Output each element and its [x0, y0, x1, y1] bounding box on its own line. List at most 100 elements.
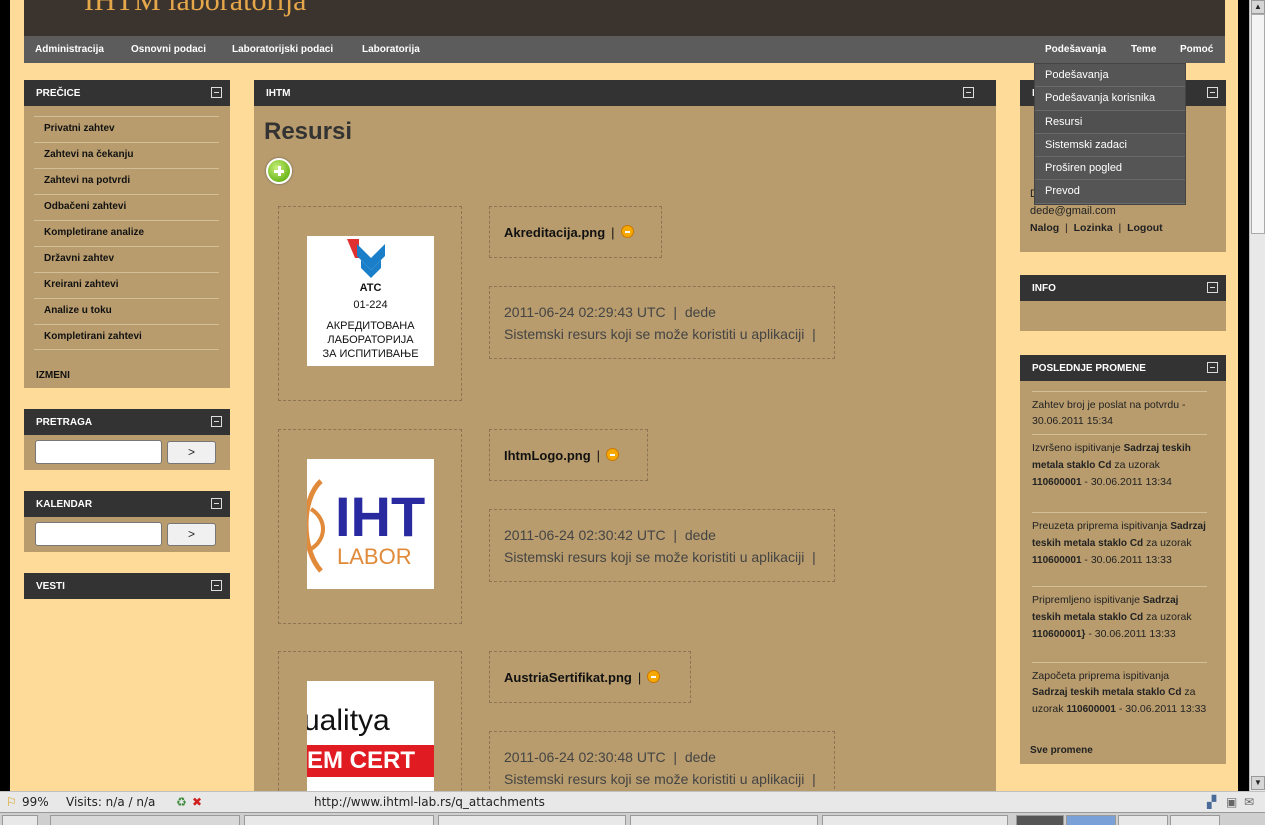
- taskbar-button[interactable]: [2, 815, 38, 825]
- precice-panel: Privatni zahtev Zahtevi na čekanju Zahte…: [24, 106, 230, 388]
- resource-filename: IhtmLogo.png |: [504, 448, 620, 463]
- menu-administracija[interactable]: Administracija: [35, 44, 104, 55]
- calendar-button[interactable]: >: [167, 523, 216, 546]
- resource-filename-link[interactable]: IhtmLogo.png: [504, 448, 591, 463]
- page-title: Resursi: [264, 118, 353, 145]
- minimize-icon[interactable]: [1207, 362, 1218, 373]
- window-icon[interactable]: ▣: [1226, 795, 1237, 809]
- resource-filename-link[interactable]: AustriaSertifikat.png: [504, 670, 632, 685]
- taskbar-button[interactable]: [1016, 815, 1064, 825]
- minimize-icon[interactable]: [963, 87, 974, 98]
- resource-user: dede: [684, 749, 716, 765]
- shortcut-analize-u-toku[interactable]: Analize u toku: [34, 298, 219, 324]
- resource-meta-box: 2011-06-24 02:30:48 UTC | dede Sistemski…: [489, 731, 835, 791]
- menu-laboratorijski-podaci[interactable]: Laboratorijski podaci: [232, 44, 333, 55]
- dropdown-item-prevod[interactable]: Prevod: [1035, 180, 1185, 204]
- minimize-icon[interactable]: [1207, 282, 1218, 293]
- shortcut-drzavni-zahtev[interactable]: Državni zahtev: [34, 246, 219, 272]
- taskbar-button[interactable]: [822, 815, 1008, 825]
- network-icon[interactable]: ▞: [1207, 795, 1216, 809]
- remove-icon[interactable]: [647, 670, 661, 683]
- menu-pomoc[interactable]: Pomoć: [1180, 44, 1213, 55]
- dropdown-item-resursi[interactable]: Resursi: [1035, 110, 1185, 134]
- menu-laboratorija[interactable]: Laboratorija: [362, 44, 420, 55]
- shortcut-odbaceni-zahtevi[interactable]: Odbačeni zahtevi: [34, 194, 219, 220]
- austriasertifikat-thumbnail[interactable]: ualitya EM CERT: [307, 681, 434, 791]
- site-header: IHTM laboratorija: [24, 0, 1225, 36]
- nalog-link[interactable]: Nalog: [1030, 222, 1059, 234]
- menu-osnovni-podaci[interactable]: Osnovni podaci: [131, 44, 206, 55]
- shortcut-zahtevi-na-cekanju[interactable]: Zahtevi na čekanju: [34, 142, 219, 168]
- dropdown-item-prosiren-pogled[interactable]: Proširen pogled: [1035, 157, 1185, 181]
- taskbar-button[interactable]: [438, 815, 626, 825]
- resource-description: Sistemski resurs koji se može koristiti …: [504, 771, 805, 787]
- remove-icon[interactable]: [606, 448, 620, 461]
- shortcut-privatni-zahtev[interactable]: Privatni zahtev: [34, 116, 219, 142]
- vertical-scrollbar[interactable]: ▲ ▼: [1249, 0, 1265, 791]
- ihtmlogo-thumbnail[interactable]: IHT LABOR: [307, 459, 434, 589]
- minimize-icon[interactable]: [211, 498, 222, 509]
- scroll-thumb[interactable]: [1251, 14, 1265, 234]
- resource-filename-link[interactable]: Akreditacija.png: [504, 225, 605, 240]
- precice-panel-header: PREČICE: [24, 80, 230, 106]
- shortcut-kompletirani-zahtevi[interactable]: Kompletirani zahtevi: [34, 324, 219, 350]
- resource-name-box: IhtmLogo.png |: [489, 429, 648, 481]
- resource-thumb-frame: ualitya EM CERT: [278, 651, 462, 791]
- scroll-up-icon[interactable]: ▲: [1251, 0, 1265, 14]
- akreditacija-thumbnail[interactable]: ATC 01-224 АКРЕДИТОВАНА ЛАБОРАТОРИЈА ЗА …: [307, 236, 434, 366]
- lozinka-link[interactable]: Lozinka: [1074, 222, 1113, 234]
- shortcut-zahtevi-na-potvrdi[interactable]: Zahtevi na potvrdi: [34, 168, 219, 194]
- scroll-down-icon[interactable]: ▼: [1251, 776, 1265, 790]
- resource-thumb-frame: ATC 01-224 АКРЕДИТОВАНА ЛАБОРАТОРИЈА ЗА …: [278, 206, 462, 401]
- close-icon[interactable]: ✖: [192, 795, 202, 809]
- minimize-icon[interactable]: [211, 87, 222, 98]
- logout-link[interactable]: Logout: [1127, 222, 1163, 234]
- taskbar-button[interactable]: [630, 815, 818, 825]
- izmeni-link[interactable]: IZMENI: [36, 370, 70, 381]
- main-menu: Administracija Osnovni podaci Laboratori…: [24, 36, 1225, 63]
- minimize-icon[interactable]: [1207, 87, 1218, 98]
- menu-podesavanja[interactable]: Podešavanja: [1045, 44, 1106, 55]
- search-button[interactable]: >: [167, 441, 216, 464]
- minimize-icon[interactable]: [211, 580, 222, 591]
- pretraga-panel-header: PRETRAGA: [24, 409, 230, 435]
- change-item: Izvršeno ispitivanje Sadrzaj teskih meta…: [1032, 434, 1207, 512]
- taskbar-button[interactable]: [1118, 815, 1168, 825]
- pretraga-panel: >: [24, 435, 230, 470]
- info-panel-header: INFO: [1020, 275, 1226, 301]
- thumb-text: ualitya: [307, 704, 390, 737]
- status-bar: ⚐ 99% Visits: n/a / n/a ♻ ✖ http://www.i…: [0, 791, 1265, 812]
- calendar-input[interactable]: [35, 522, 162, 546]
- minimize-icon[interactable]: [211, 416, 222, 427]
- dropdown-item-sistemski-zadaci[interactable]: Sistemski zadaci: [1035, 134, 1185, 158]
- mail-icon[interactable]: ✉: [1244, 795, 1254, 809]
- change-item: Pripremljeno ispitivanje Sadrzaj teskih …: [1032, 586, 1207, 662]
- add-resource-icon[interactable]: [266, 158, 292, 184]
- vesti-panel-header: VESTI: [24, 573, 230, 599]
- changes-panel: Zahtev broj je poslat na potvrdu - 30.06…: [1020, 381, 1226, 764]
- taskbar-button[interactable]: [1066, 815, 1116, 825]
- dropdown-item-podesavanja-korisnika[interactable]: Podešavanja korisnika: [1035, 87, 1185, 111]
- resource-date: 2011-06-24 02:30:48 UTC: [504, 749, 666, 765]
- shortcut-kreirani-zahtevi[interactable]: Kreirani zahtevi: [34, 272, 219, 298]
- remove-icon[interactable]: [620, 225, 634, 238]
- shortcut-kompletirane-analize[interactable]: Kompletirane analize: [34, 220, 219, 246]
- thumb-text: АКРЕДИТОВАНА: [326, 320, 415, 332]
- taskbar-button[interactable]: [1170, 815, 1220, 825]
- search-input[interactable]: [35, 440, 162, 464]
- user-email: dede@gmail.com: [1030, 205, 1116, 217]
- taskbar-button[interactable]: [244, 815, 434, 825]
- thumb-text: EM CERT: [307, 747, 415, 774]
- change-item: Preuzeta priprema ispitivanja Sadrzaj te…: [1032, 512, 1207, 586]
- all-changes-link[interactable]: Sve promene: [1030, 745, 1093, 756]
- change-item: Zahtev broj je poslat na potvrdu - 30.06…: [1032, 391, 1207, 434]
- addon-icon[interactable]: ♻: [176, 795, 187, 809]
- dropdown-item-podesavanja[interactable]: Podešavanja: [1035, 64, 1185, 88]
- thumb-text: ЗА ИСПИТИВАЊЕ: [322, 348, 419, 360]
- vesti-title: VESTI: [36, 581, 65, 592]
- resource-description: Sistemski resurs koji se može koristiti …: [504, 549, 805, 565]
- change-item: Započeta priprema ispitivanja Sadrzaj te…: [1032, 662, 1207, 736]
- taskbar-button[interactable]: [50, 815, 240, 825]
- menu-teme[interactable]: Teme: [1131, 44, 1156, 55]
- thumb-text: IHT: [335, 485, 426, 548]
